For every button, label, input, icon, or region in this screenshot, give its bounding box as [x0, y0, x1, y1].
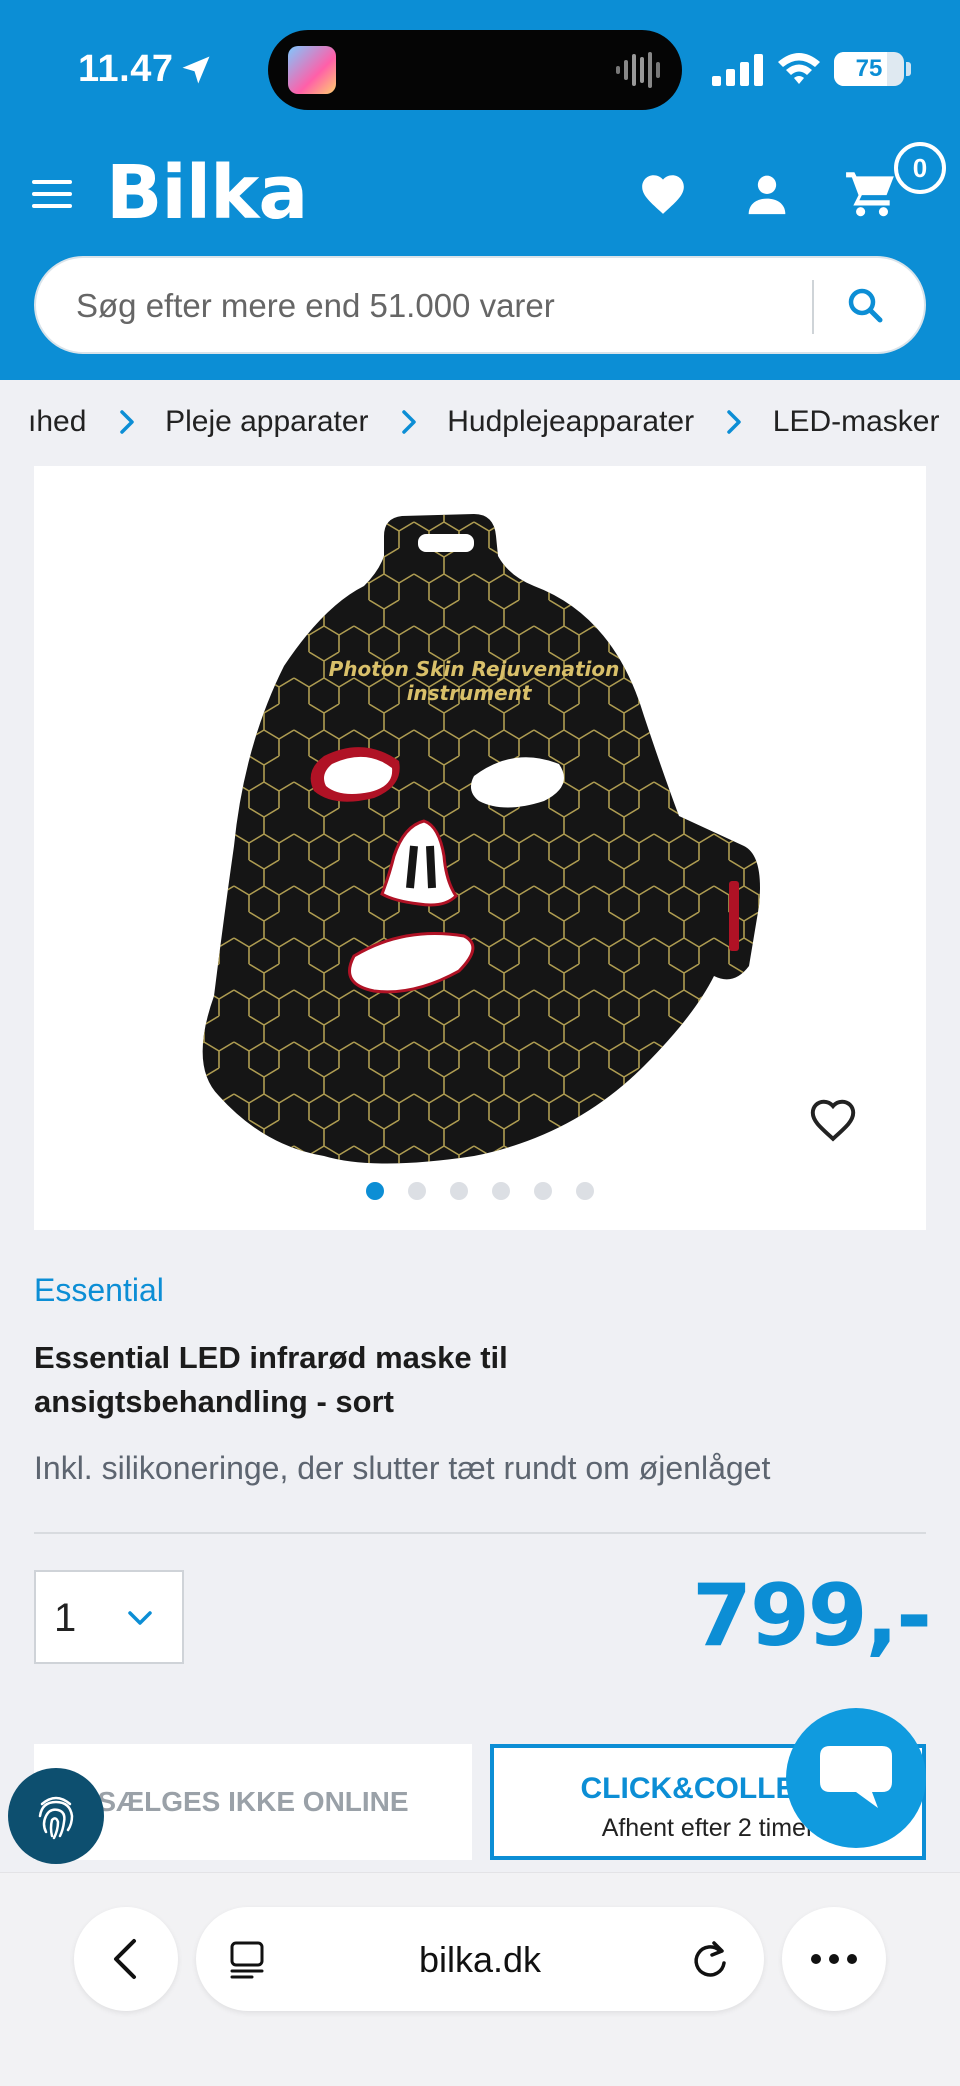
carousel-dot[interactable] — [366, 1182, 384, 1200]
battery-tip — [906, 62, 911, 76]
hamburger-menu-icon[interactable] — [30, 176, 74, 212]
battery-indicator: 75 — [834, 52, 904, 86]
bilka-logo[interactable]: Bilka — [106, 150, 308, 236]
reload-icon[interactable] — [690, 1937, 730, 1981]
site-header: 11.47 75 Bilka 0 Søg efter mere end 51.0… — [0, 0, 960, 380]
product-subtitle: Inkl. silikoneringe, der slutter tæt run… — [34, 1450, 771, 1486]
search-bar — [34, 256, 926, 354]
carousel-dot[interactable] — [534, 1182, 552, 1200]
product-price: 799,- — [692, 1566, 932, 1666]
chat-bubble-icon — [820, 1746, 892, 1808]
breadcrumb-item[interactable]: Pleje apparater — [165, 405, 368, 439]
browser-more-button[interactable] — [782, 1907, 886, 2011]
status-bar: 11.47 75 — [0, 0, 960, 140]
product-image-carousel[interactable]: Photon Skin Rejuvenation instrument — [34, 466, 926, 1230]
product-brand-link[interactable]: Essential — [34, 1272, 164, 1309]
user-account-icon[interactable] — [744, 172, 790, 216]
image-text-line1: Photon Skin Rejuvenation — [329, 657, 620, 681]
status-time: 11.47 — [78, 48, 174, 90]
wifi-icon — [778, 53, 820, 84]
quantity-select[interactable]: 1 — [34, 1570, 184, 1664]
app-thumbnail-icon — [288, 46, 336, 94]
chevron-left-icon — [114, 1939, 136, 1979]
breadcrumb-item[interactable]: ıhed — [28, 405, 86, 439]
dynamic-island — [268, 30, 682, 110]
chevron-right-icon — [727, 410, 742, 434]
product-title: Essential LED infrarød maske til ansigts… — [34, 1340, 508, 1419]
ellipsis-icon — [811, 1954, 857, 1964]
fingerprint-icon — [38, 1796, 74, 1840]
battery-percent: 75 — [855, 55, 883, 82]
chevron-right-icon — [402, 410, 416, 434]
cellular-signal-icon — [712, 54, 763, 86]
image-text-line2: instrument — [407, 681, 533, 705]
carousel-dots — [34, 1182, 926, 1206]
breadcrumb-item[interactable]: LED-masker — [773, 405, 940, 439]
carousel-dot[interactable] — [492, 1182, 510, 1200]
search-divider — [812, 280, 814, 334]
divider — [34, 1532, 926, 1534]
cart-count-badge: 0 — [894, 142, 946, 194]
shopping-cart-icon[interactable] — [844, 168, 898, 218]
browser-back-button[interactable] — [74, 1907, 178, 2011]
chevron-down-icon — [128, 1611, 152, 1625]
search-input[interactable] — [76, 282, 816, 330]
fingerprint-button[interactable] — [8, 1768, 104, 1864]
chat-support-button[interactable] — [786, 1708, 926, 1848]
quantity-value: 1 — [54, 1596, 77, 1640]
carousel-dot[interactable] — [576, 1182, 594, 1200]
chevron-right-icon — [119, 410, 134, 434]
wishlist-heart-icon[interactable] — [638, 170, 688, 216]
browser-address-bar[interactable]: bilka.dk — [196, 1907, 764, 2011]
location-arrow-icon — [182, 56, 210, 84]
carousel-dot[interactable] — [450, 1182, 468, 1200]
audio-waveform-icon — [616, 52, 660, 88]
favorite-heart-outline-icon[interactable] — [808, 1096, 858, 1142]
led-face-mask-image: Photon Skin Rejuvenation instrument — [202, 514, 761, 1164]
browser-domain: bilka.dk — [418, 1939, 542, 1980]
browser-toolbar: bilka.dk — [0, 1872, 960, 2086]
breadcrumb: ıhed Pleje apparater Hudplejeapparater L… — [0, 380, 960, 466]
breadcrumb-item[interactable]: Hudplejeapparater — [447, 405, 694, 439]
search-icon[interactable] — [836, 278, 896, 334]
carousel-dot[interactable] — [408, 1182, 426, 1200]
